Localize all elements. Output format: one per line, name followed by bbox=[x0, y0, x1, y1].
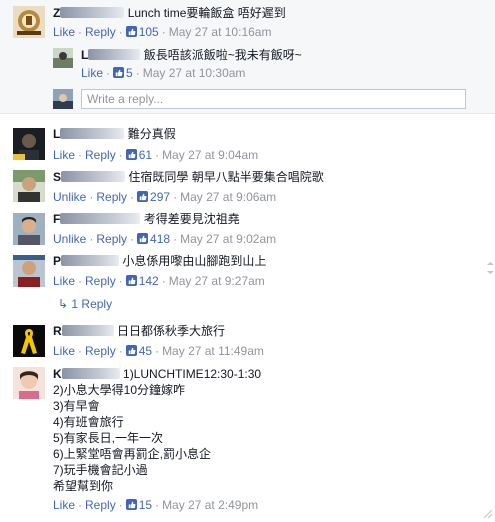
thumbs-up-icon bbox=[125, 26, 137, 37]
like-link[interactable]: Like bbox=[53, 25, 75, 39]
name-blur bbox=[61, 325, 114, 336]
comment-line-2: 2)小息大學得10分鐘嫁咋 bbox=[53, 383, 186, 397]
timestamp[interactable]: May 27 at 11:49am bbox=[162, 344, 264, 358]
like-count[interactable]: 297 bbox=[150, 190, 170, 204]
avatar[interactable] bbox=[13, 255, 45, 287]
avatar[interactable] bbox=[13, 213, 45, 245]
view-replies-link[interactable]: ↳ 1 Reply bbox=[58, 296, 112, 312]
like-link[interactable]: Like bbox=[53, 498, 75, 512]
crest-avatar-icon bbox=[13, 6, 45, 38]
profile-photo-icon bbox=[13, 170, 45, 202]
avatar[interactable] bbox=[13, 367, 45, 399]
comment-text: 日日都係秋季大旅行 bbox=[117, 324, 226, 338]
thumbs-up-icon bbox=[137, 233, 149, 244]
reply-link[interactable]: Reply bbox=[96, 232, 127, 246]
like-link[interactable]: Like bbox=[53, 274, 75, 288]
name-blur bbox=[60, 7, 125, 18]
thumbs-up-icon bbox=[125, 499, 137, 510]
profile-photo-icon bbox=[13, 255, 45, 287]
commenter-name[interactable]: F bbox=[53, 212, 60, 226]
reply-link[interactable]: Reply bbox=[85, 274, 116, 288]
comment-text: 飯長唔該派飯啦~我未有飯呀~ bbox=[143, 48, 302, 62]
comment-line-5: 5)有家長日,一年一次 bbox=[53, 431, 164, 445]
name-blur bbox=[61, 171, 126, 182]
comment-line-1: 1)LUNCHTIME12:30-1:30 bbox=[123, 367, 262, 381]
like-count[interactable]: 61 bbox=[139, 148, 152, 162]
avatar[interactable] bbox=[13, 128, 45, 160]
timestamp[interactable]: May 27 at 10:30am bbox=[143, 66, 246, 80]
like-count[interactable]: 5 bbox=[126, 66, 133, 80]
resize-grip-icon[interactable] bbox=[483, 508, 493, 519]
commenter-name[interactable]: S bbox=[53, 170, 61, 184]
own-avatar bbox=[53, 89, 73, 109]
comment-text: 小息係用嚟由山腳跑到山上 bbox=[122, 254, 267, 268]
timestamp[interactable]: May 27 at 2:49pm bbox=[162, 498, 258, 512]
divider bbox=[0, 113, 495, 114]
thumbs-up-icon bbox=[125, 149, 137, 160]
reply-link[interactable]: Reply bbox=[96, 190, 127, 204]
timestamp[interactable]: May 27 at 9:04am bbox=[162, 148, 258, 162]
reply-link[interactable]: Reply bbox=[85, 498, 116, 512]
name-blur bbox=[88, 49, 141, 60]
profile-photo-icon bbox=[53, 48, 73, 68]
commenter-name[interactable]: L bbox=[53, 127, 60, 141]
comment-text: Lunch time要輪飯盒 唔好遲到 bbox=[127, 6, 286, 20]
like-link[interactable]: Like bbox=[81, 66, 103, 80]
thumbs-up-icon bbox=[125, 275, 137, 286]
replies-count: 1 Reply bbox=[71, 297, 113, 311]
name-blur bbox=[60, 128, 125, 139]
name-blur bbox=[61, 255, 120, 266]
profile-photo-icon bbox=[53, 89, 73, 109]
comment-line-7: 7)玩手機會記小過 bbox=[53, 463, 148, 477]
comment-text: 難分真假 bbox=[127, 127, 176, 141]
timestamp[interactable]: May 27 at 9:27am bbox=[169, 274, 265, 288]
reply-arrow-icon: ↳ bbox=[58, 297, 69, 311]
avatar[interactable] bbox=[13, 170, 45, 202]
profile-photo-icon bbox=[13, 128, 45, 160]
commenter-name[interactable]: R bbox=[53, 324, 62, 338]
reply-avatar[interactable] bbox=[53, 48, 73, 68]
unlike-link[interactable]: Unlike bbox=[53, 190, 86, 204]
reply-link[interactable]: Reply bbox=[85, 25, 116, 39]
timestamp[interactable]: May 27 at 9:02am bbox=[180, 232, 276, 246]
comment-line-6: 6)上緊堂唔會再罰企,罰小息企 bbox=[53, 447, 212, 461]
reply-link[interactable]: Reply bbox=[85, 148, 116, 162]
timestamp[interactable]: May 27 at 9:06am bbox=[180, 190, 276, 204]
unlike-link[interactable]: Unlike bbox=[53, 232, 86, 246]
like-link[interactable]: Like bbox=[53, 148, 75, 162]
write-reply-input[interactable]: Write a reply... bbox=[81, 89, 466, 109]
input-placeholder: Write a reply... bbox=[87, 92, 164, 106]
reply-link[interactable]: Reply bbox=[85, 344, 116, 358]
timestamp[interactable]: May 27 at 10:16am bbox=[169, 25, 272, 39]
name-blur bbox=[61, 368, 120, 379]
comment-line-3: 3)有早會 bbox=[53, 399, 100, 413]
like-count[interactable]: 45 bbox=[139, 344, 152, 358]
thumbs-up-icon bbox=[113, 67, 125, 78]
avatar[interactable] bbox=[13, 325, 45, 357]
profile-photo-icon bbox=[13, 367, 45, 399]
like-count[interactable]: 142 bbox=[139, 274, 159, 288]
commenter-name[interactable]: Z bbox=[53, 6, 60, 20]
avatar[interactable] bbox=[13, 6, 45, 38]
scroll-indicator-icon[interactable] bbox=[486, 262, 495, 274]
like-count[interactable]: 105 bbox=[139, 25, 159, 39]
profile-photo-icon bbox=[13, 213, 45, 245]
comment-line-8: 希望幫到你 bbox=[53, 479, 114, 493]
thumbs-up-icon bbox=[125, 345, 137, 356]
commenter-name[interactable]: P bbox=[53, 254, 61, 268]
commenter-name[interactable]: L bbox=[81, 48, 88, 62]
like-count[interactable]: 15 bbox=[139, 498, 152, 512]
name-blur bbox=[60, 213, 141, 224]
comment-text: 考得差要見沈祖堯 bbox=[143, 212, 240, 226]
yellow-ribbon-icon bbox=[13, 325, 45, 357]
like-count[interactable]: 418 bbox=[150, 232, 170, 246]
like-link[interactable]: Like bbox=[53, 344, 75, 358]
thumbs-up-icon bbox=[137, 191, 149, 202]
comment-text: 住宿既同學 朝早八點半要集合唱院歌 bbox=[128, 170, 324, 184]
comment-line-4: 4)有班會旅行 bbox=[53, 415, 124, 429]
commenter-name[interactable]: K bbox=[53, 367, 62, 381]
